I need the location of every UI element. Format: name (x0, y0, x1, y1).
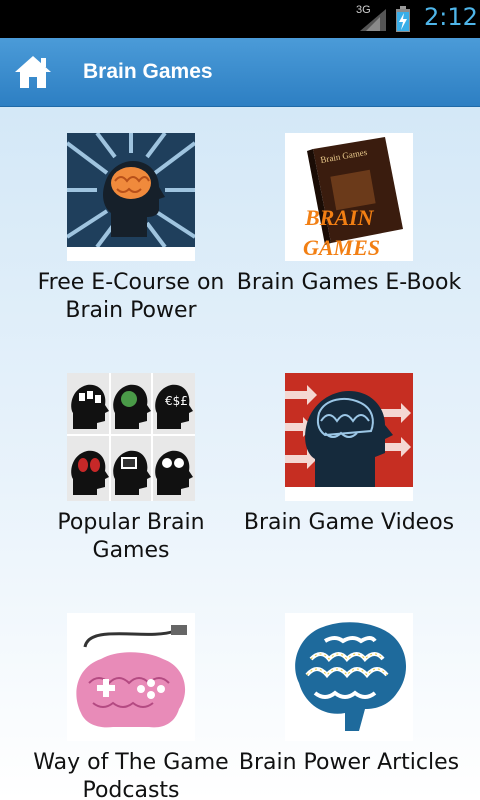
tile-label: Popular Brain Games (57, 510, 205, 563)
tile-brain-game-videos[interactable]: Brain Game Videos (234, 373, 464, 537)
status-clock: 2:12 (424, 3, 478, 31)
tile-way-of-the-game-podcasts[interactable]: Way of The Game Podcasts (16, 613, 246, 800)
brain-power-thumbnail (67, 133, 195, 261)
svg-text:BRAIN: BRAIN (304, 205, 375, 230)
tile-label: Brain Games E-Book (236, 270, 462, 295)
battery-icon (396, 6, 410, 32)
status-bar: 3G 2:12 (0, 0, 480, 38)
svg-text:€$£: €$£ (165, 394, 188, 408)
videos-thumbnail (285, 373, 413, 501)
tile-label: Brain Power Articles (238, 750, 460, 775)
ebook-cover-thumbnail: Brain Games BRAIN GAMES (285, 133, 413, 261)
podcasts-thumbnail (67, 613, 195, 741)
tile-label: Free E-Course on Brain Power (37, 270, 225, 323)
tile-label: Way of The Game Podcasts (33, 750, 229, 800)
action-bar: Brain Games (0, 38, 480, 107)
popular-games-thumbnail: €$£ (67, 373, 195, 501)
svg-text:GAMES: GAMES (303, 235, 380, 260)
tile-popular-brain-games[interactable]: €$£ Popular Brain Games (16, 373, 246, 565)
tile-label: Brain Game Videos (243, 510, 455, 535)
tile-brain-power-articles[interactable]: Brain Power Articles (234, 613, 464, 777)
tile-grid: Free E-Course on Brain Power Brain Games… (0, 107, 480, 800)
home-icon[interactable] (14, 54, 52, 90)
tile-free-e-course[interactable]: Free E-Course on Brain Power (16, 133, 246, 325)
page-title: Brain Games (83, 60, 213, 83)
tile-brain-games-ebook[interactable]: Brain Games BRAIN GAMES Brain Games E-Bo… (234, 133, 464, 297)
signal-icon (360, 9, 386, 31)
articles-thumbnail (285, 613, 413, 741)
